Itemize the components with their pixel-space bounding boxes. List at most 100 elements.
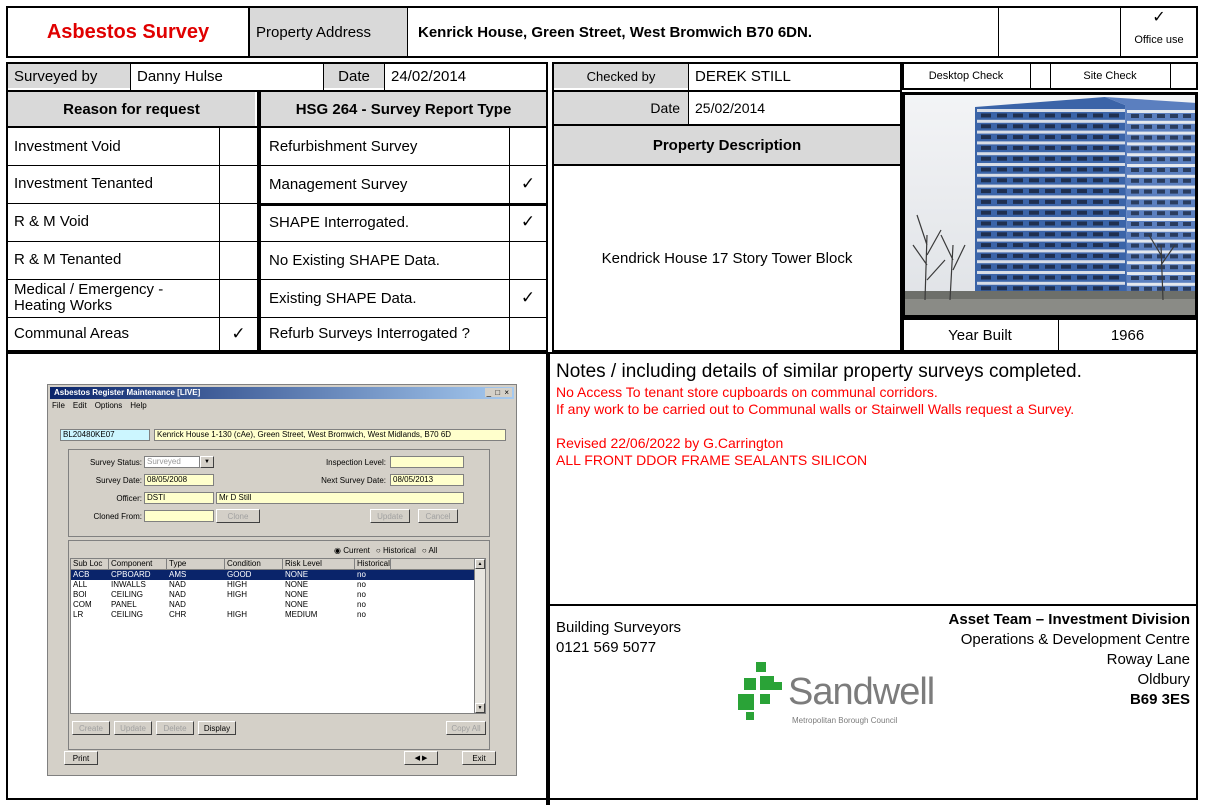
hsg-tick[interactable] [510, 128, 546, 165]
hsg-item: Refurbishment Survey [269, 138, 418, 155]
next-survey-field[interactable]: 08/05/2013 [390, 474, 464, 486]
table-cell: COM [73, 600, 92, 609]
sandwell-logo-icon [738, 662, 782, 720]
table-cell: NONE [285, 590, 309, 599]
hsg-header: HSG 264 - Survey Report Type [261, 92, 546, 126]
notes-line: Revised 22/06/2022 by G.Carrington [556, 435, 784, 451]
column-header[interactable]: Component [109, 559, 167, 569]
reason-item: R & M Tenanted [14, 251, 122, 268]
notes-lines: No Access To tenant store cupboards on c… [556, 384, 1196, 469]
reason-header: Reason for request [8, 92, 255, 126]
scroll-down-icon[interactable]: ▼ [475, 703, 485, 713]
menu-options[interactable]: Options [95, 401, 123, 410]
table-cell: CHR [169, 610, 187, 619]
delete-button[interactable]: Delete [156, 721, 194, 735]
create-button[interactable]: Create [72, 721, 110, 735]
combo-arrow[interactable]: ▼ [200, 456, 214, 468]
filter-radios: ◉ Current ○ Historical ○ All [334, 546, 437, 555]
reason-item: Investment Tenanted [14, 175, 153, 192]
hsg-item: No Existing SHAPE Data. [269, 251, 440, 269]
menu-bar: File Edit Options Help [52, 401, 147, 410]
column-header[interactable]: Condition [225, 559, 283, 569]
update-button[interactable]: Update [370, 509, 410, 523]
year-built-value: 1966 [1110, 326, 1145, 344]
table-cell: HIGH [227, 610, 247, 619]
photo-frame [902, 92, 1198, 318]
cancel-button[interactable]: Cancel [418, 509, 458, 523]
table-cell: NAD [169, 590, 186, 599]
window-controls[interactable]: _ □ × [484, 388, 512, 397]
hsg-tick[interactable]: ✓ [510, 279, 546, 317]
logo-subtitle: Metropolitan Borough Council [792, 716, 898, 725]
checked-by-label: Checked by [554, 64, 688, 88]
reason-tick[interactable] [220, 128, 257, 165]
hsg-item: Existing SHAPE Data. [269, 289, 417, 307]
ref-field[interactable]: BL20480KE07 [60, 429, 150, 441]
table-row[interactable]: ACB CPBOARD AMS GOOD NONE no [71, 570, 477, 580]
column-header[interactable]: Risk Level [283, 559, 355, 569]
surveyors-phone: 0121 569 5077 [556, 639, 657, 656]
scrollbar[interactable]: ▲ ▼ [474, 559, 485, 713]
nav-arrows[interactable]: ◀ ▶ [404, 751, 438, 765]
checked-date-value: 25/02/2014 [695, 100, 766, 116]
copy-all-button[interactable]: Copy All [446, 721, 486, 735]
survey-date-value: 24/02/2014 [391, 67, 467, 85]
survey-date-field[interactable]: 08/05/2008 [144, 474, 214, 486]
column-header[interactable]: Type [167, 559, 225, 569]
exit-button[interactable]: Exit [462, 751, 496, 765]
menu-edit[interactable]: Edit [73, 401, 87, 410]
window-title: Asbestos Register Maintenance [LIVE] [50, 387, 514, 399]
hsg-tick[interactable] [510, 317, 546, 350]
hsg-item: Management Survey [269, 175, 408, 193]
officer-name-field[interactable]: Mr D Still [216, 492, 464, 504]
logo-wordmark: Sandwell [788, 671, 935, 713]
reason-item: Investment Void [14, 137, 121, 155]
hsg-tick[interactable]: ✓ [510, 203, 546, 241]
display-button[interactable]: Display [198, 721, 236, 735]
reason-tick[interactable]: ✓ [220, 317, 257, 350]
column-header[interactable]: Historical [355, 559, 391, 569]
reason-tick[interactable] [220, 165, 257, 203]
table-cell: CPBOARD [111, 570, 151, 579]
address-field[interactable]: Kenrick House 1-130 (cAe), Green Street,… [154, 429, 506, 441]
reason-tick[interactable] [220, 203, 257, 241]
table-cell: CEILING [111, 590, 144, 599]
table-row[interactable]: LR CEILING CHR HIGH MEDIUM no [71, 610, 477, 620]
radio-all[interactable]: ○ All [422, 546, 438, 555]
table-row[interactable]: ALL INWALLS NAD HIGH NONE no [71, 580, 477, 590]
inspection-level-field[interactable] [390, 456, 464, 468]
survey-date-label: Survey Date: [95, 476, 142, 485]
print-button[interactable]: Print [64, 751, 98, 765]
menu-help[interactable]: Help [130, 401, 146, 410]
table-cell: ALL [73, 580, 88, 589]
table-row[interactable]: COM PANEL NAD NONE no [71, 600, 477, 610]
notes-line [556, 418, 1196, 435]
hsg-item: SHAPE Interrogated. [269, 213, 410, 231]
menu-file[interactable]: File [52, 401, 65, 410]
surveyors-dept: Building Surveyors [556, 619, 682, 636]
reason-item: Communal Areas [14, 324, 130, 342]
surveyed-by-label: Surveyed by [8, 64, 130, 88]
reason-tick[interactable] [220, 279, 257, 317]
hsg-tick[interactable]: ✓ [510, 165, 546, 203]
clone-button[interactable]: Clone [216, 509, 260, 523]
property-description-label: Property Description [554, 126, 900, 164]
window-title-text: Asbestos Register Maintenance [LIVE] [54, 388, 201, 397]
officer-code-field[interactable]: DSTI [144, 492, 214, 504]
table-row[interactable]: BOI CEILING NAD HIGH NONE no [71, 590, 477, 600]
table-cell: INWALLS [111, 580, 146, 589]
radio-current[interactable]: ◉ Current [334, 546, 370, 555]
column-header[interactable]: Sub Loc [71, 559, 109, 569]
notes-line: No Access To tenant store cupboards on c… [556, 384, 938, 400]
radio-historical[interactable]: ○ Historical [376, 546, 416, 555]
reason-tick[interactable] [220, 241, 257, 279]
scroll-up-icon[interactable]: ▲ [475, 559, 485, 569]
hsg-tick[interactable] [510, 241, 546, 279]
row-update-button[interactable]: Update [114, 721, 152, 735]
address-label: Property Address [250, 8, 407, 56]
reason-item: R & M Void [14, 213, 90, 230]
sandwell-logo: Sandwell Metropolitan Borough Council [738, 662, 988, 752]
survey-status-select[interactable]: Surveyed [144, 456, 200, 468]
cloned-from-field[interactable] [144, 510, 214, 522]
next-survey-label: Next Survey Date: [321, 476, 386, 485]
